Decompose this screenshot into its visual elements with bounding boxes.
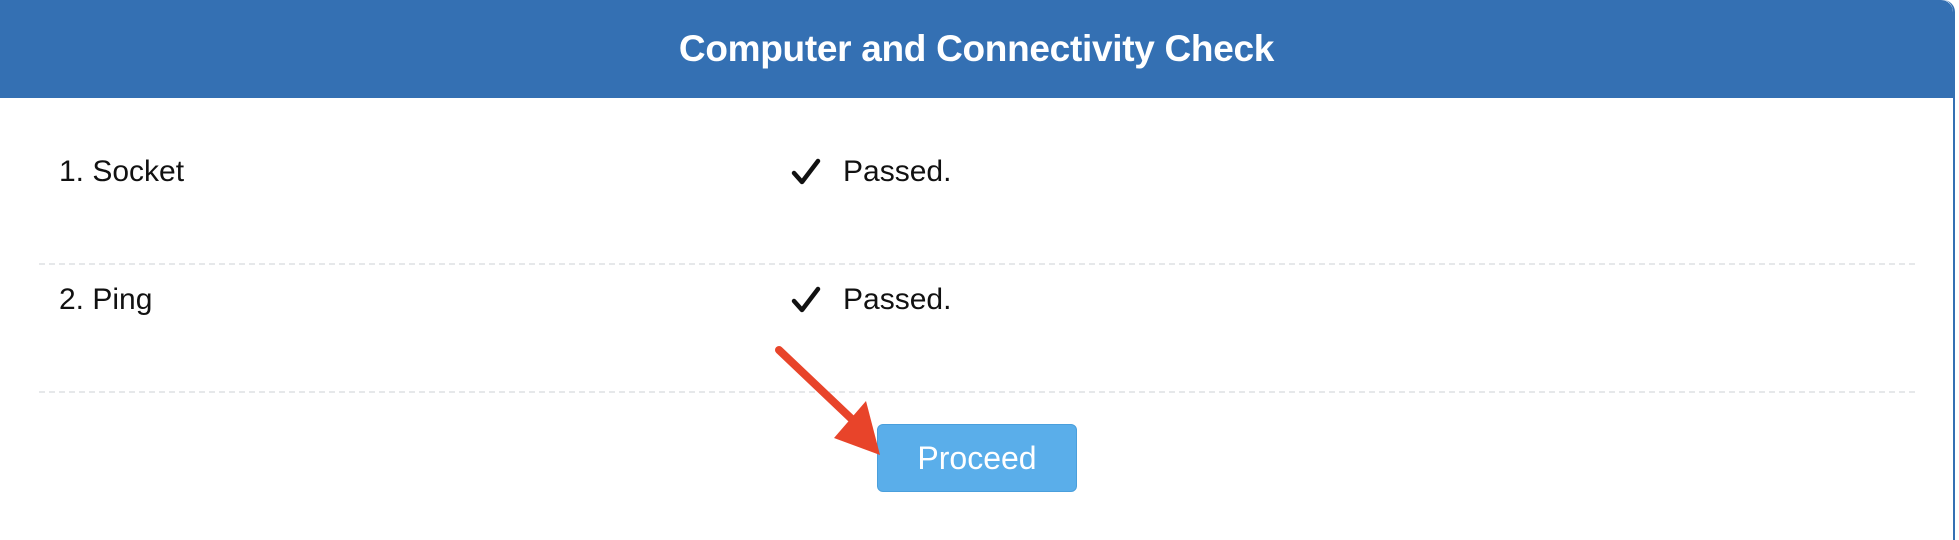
check-label: 2. Ping	[59, 283, 153, 316]
checkmark-icon	[791, 286, 821, 313]
check-status: Passed.	[791, 283, 951, 317]
proceed-button[interactable]: Proceed	[877, 424, 1077, 492]
check-label: 1. Socket	[59, 155, 185, 188]
status-text: Passed.	[843, 283, 952, 316]
check-row-socket: 1. Socket Passed.	[39, 137, 1915, 265]
panel-header: Computer and Connectivity Check	[0, 0, 1953, 98]
connectivity-check-panel: Computer and Connectivity Check 1. Socke…	[0, 0, 1955, 540]
check-row-ping: 2. Ping Passed.	[39, 265, 1915, 393]
checkmark-icon	[791, 158, 821, 185]
status-text: Passed.	[843, 155, 952, 188]
page-title: Computer and Connectivity Check	[678, 28, 1275, 69]
check-status: Passed.	[791, 155, 951, 189]
